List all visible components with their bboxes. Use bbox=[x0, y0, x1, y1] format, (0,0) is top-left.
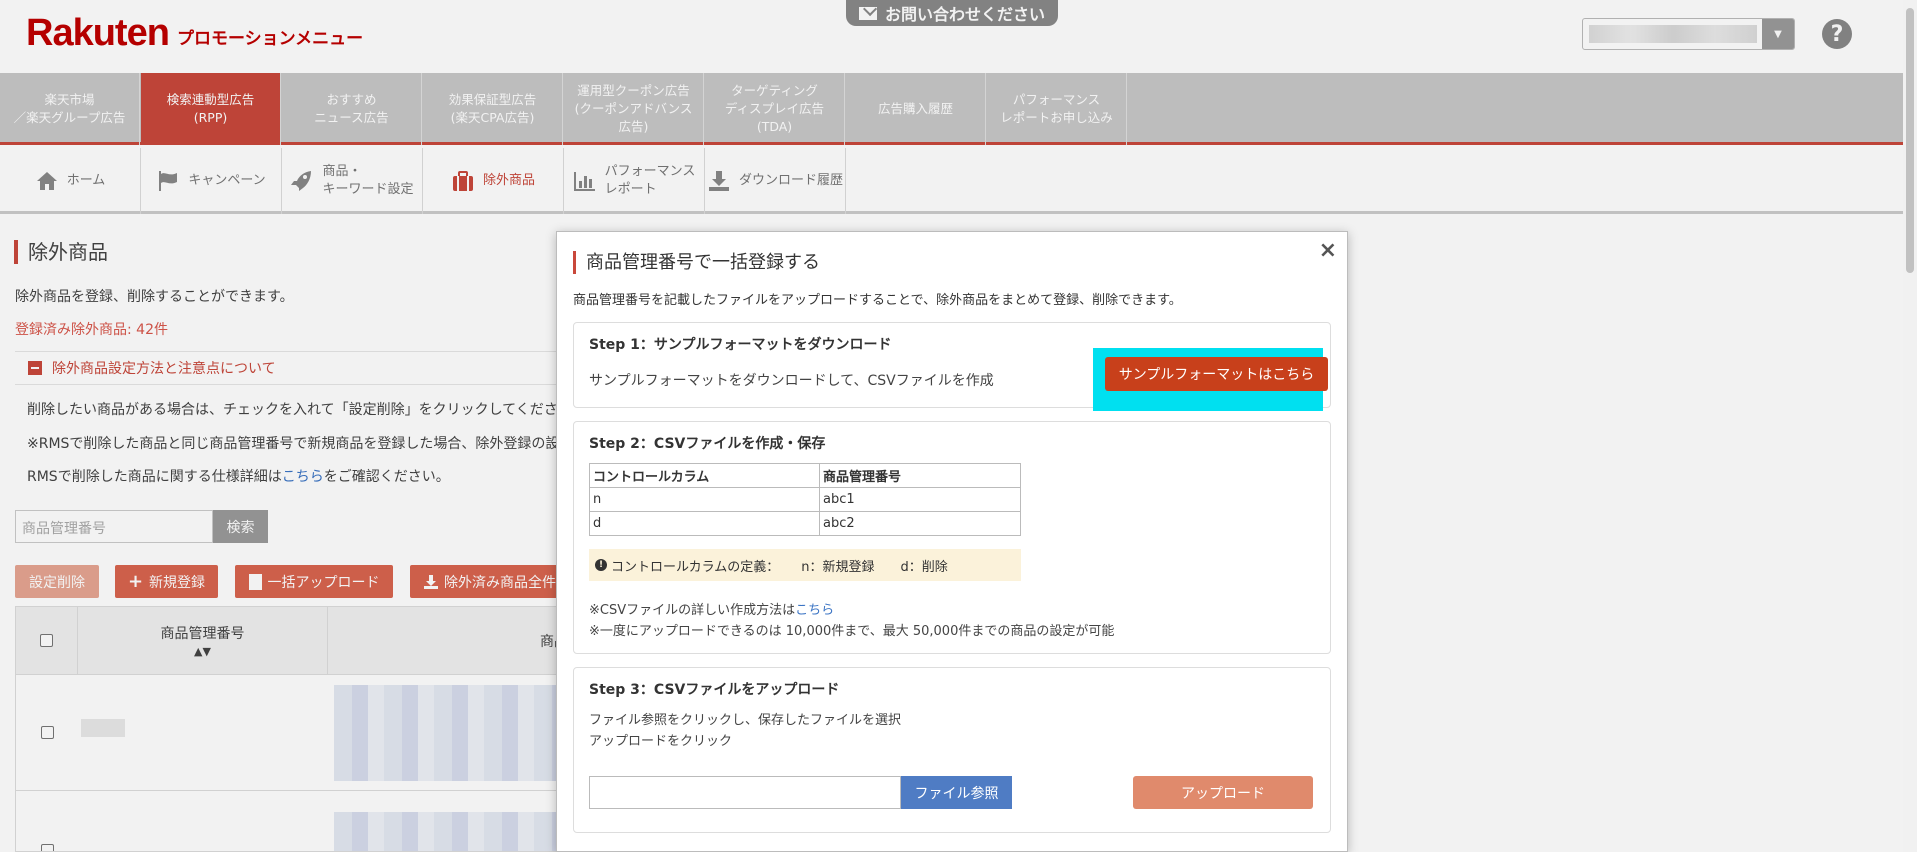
step3-panel: Step 3：CSVファイルをアップロード ファイル参照をクリックし、保存したフ… bbox=[573, 667, 1331, 833]
browse-file-button[interactable]: ファイル参照 bbox=[901, 776, 1012, 809]
table-cell: n bbox=[589, 487, 820, 512]
control-column-definition: ! コントロールカラムの定義： n：新規登録 d：削除 bbox=[589, 549, 1021, 581]
step1-panel: Step 1：サンプルフォーマットをダウンロード サンプルフォーマットをダウンロ… bbox=[573, 322, 1331, 411]
scrollbar-thumb[interactable] bbox=[1906, 8, 1914, 273]
close-icon[interactable]: × bbox=[1319, 238, 1337, 263]
sample-format-download-button[interactable]: サンプルフォーマットはこちら bbox=[1105, 357, 1328, 391]
table-cell: d bbox=[589, 511, 820, 536]
csv-detail-note: ※CSVファイルの詳しい作成方法はこちら bbox=[589, 603, 835, 618]
step2-heading: Step 2：CSVファイルを作成・保存 bbox=[589, 436, 826, 452]
upload-limit-note: ※一度にアップロードできるのは 10,000件まで、最大 50,000件までの商… bbox=[589, 624, 1115, 639]
file-path-input[interactable] bbox=[589, 776, 901, 809]
step3-heading: Step 3：CSVファイルをアップロード bbox=[589, 682, 840, 698]
step1-heading: Step 1：サンプルフォーマットをダウンロード bbox=[589, 337, 892, 353]
table-row: d abc2 bbox=[589, 511, 1021, 536]
step3-line2: アップロードをクリック bbox=[589, 734, 733, 749]
item-id-header: 商品管理番号 bbox=[819, 463, 1021, 488]
csv-detail-link[interactable]: こちら bbox=[795, 603, 834, 618]
table-cell: abc2 bbox=[819, 511, 1021, 536]
modal-description: 商品管理番号を記載したファイルをアップロードすることで、除外商品をまとめて登録、… bbox=[573, 293, 1182, 308]
sample-format-table: コントロールカラム 商品管理番号 n abc1 d abc2 bbox=[589, 463, 1021, 536]
upload-button[interactable]: アップロード bbox=[1133, 776, 1313, 809]
page-scrollbar[interactable] bbox=[1903, 0, 1917, 852]
info-icon: ! bbox=[595, 559, 607, 571]
table-cell: abc1 bbox=[819, 487, 1021, 512]
bulk-register-modal: 商品管理番号で一括登録する × 商品管理番号を記載したファイルをアップロードする… bbox=[556, 231, 1348, 852]
table-header-row: コントロールカラム 商品管理番号 bbox=[589, 463, 1021, 488]
step1-text: サンプルフォーマットをダウンロードして、CSVファイルを作成 bbox=[589, 373, 994, 389]
control-column-header: コントロールカラム bbox=[589, 463, 820, 488]
modal-title: 商品管理番号で一括登録する bbox=[573, 251, 820, 274]
step2-panel: Step 2：CSVファイルを作成・保存 コントロールカラム 商品管理番号 n … bbox=[573, 421, 1331, 654]
step3-line1: ファイル参照をクリックし、保存したファイルを選択 bbox=[589, 713, 902, 728]
table-row: n abc1 bbox=[589, 487, 1021, 512]
